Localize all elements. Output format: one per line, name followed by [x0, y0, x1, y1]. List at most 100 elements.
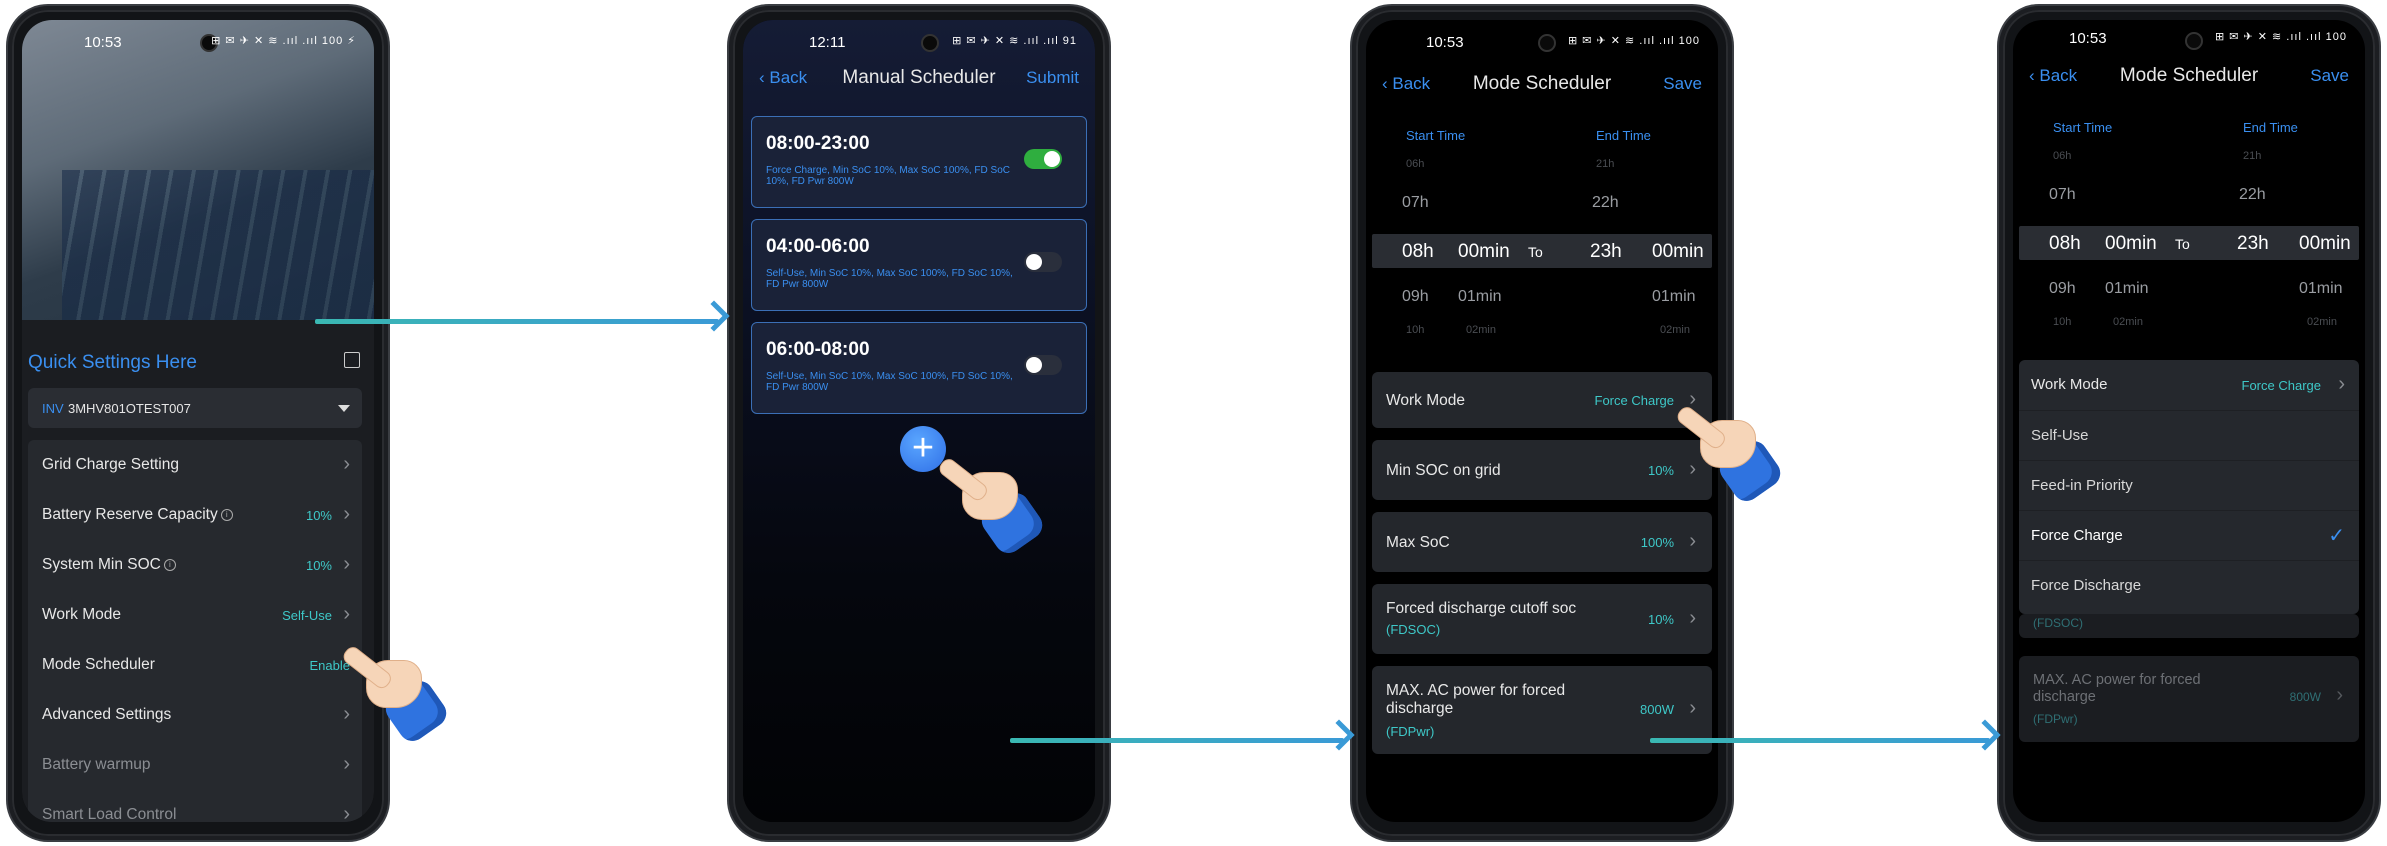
inv-label: INV [42, 401, 64, 416]
picker-minute: 02min [2113, 316, 2143, 328]
picker-hour: 10h [1406, 324, 1425, 336]
hand-pointer-icon [936, 448, 1048, 559]
caret-down-icon [338, 405, 350, 412]
schedule-card[interactable]: 04:00-06:00 Self-Use, Min SoC 10%, Max S… [751, 219, 1087, 311]
picker-hour: 09h [2049, 280, 2076, 297]
row-value: 800W [1640, 702, 1674, 717]
status-time: 10:53 [1426, 34, 1464, 51]
chevron-right-icon: › [343, 603, 350, 625]
label-text: Battery Reserve Capacity [42, 506, 218, 523]
schedule-card[interactable]: 08:00-23:00 Force Charge, Min SoC 10%, M… [751, 116, 1087, 208]
row-label: Battery warmup [42, 756, 151, 773]
system-photo [22, 20, 374, 320]
label-text: System Min SOC [42, 556, 161, 573]
picker-minute: 02min [1466, 324, 1496, 336]
picker-minute: 01min [1458, 288, 1502, 305]
submit-button[interactable]: Submit [1026, 68, 1079, 88]
option-self-use[interactable]: Self-Use [2019, 410, 2359, 461]
row-label: Mode Scheduler [42, 656, 155, 673]
hand-pointer-icon [340, 636, 452, 747]
row-battery-reserve-capacity[interactable]: Battery Reserve Capacity i 10% › [28, 490, 362, 540]
picker-minute: 02min [2307, 316, 2337, 328]
camera-hole [921, 34, 939, 52]
row-label: System Min SOC i [42, 556, 176, 574]
picker-start-minute[interactable]: 00min [1458, 241, 1510, 263]
picker-hour: 09h [1402, 288, 1429, 305]
row-system-min-soc[interactable]: System Min SOC i 10% › [28, 540, 362, 590]
schedule-toggle[interactable] [1024, 355, 1062, 375]
status-time: 10:53 [2069, 30, 2107, 47]
row-battery-warmup[interactable]: Battery warmup › [28, 740, 362, 790]
row-work-mode[interactable]: Work Mode Force Charge › [1372, 372, 1712, 428]
save-button[interactable]: Save [2310, 66, 2349, 86]
quick-settings-title: Quick Settings Here [28, 352, 197, 373]
row-advanced-settings[interactable]: Advanced Settings › [28, 690, 362, 740]
status-bar: 10:53 ⊞ ✉ ✈ ✕ ≋ .ııl .ııl 100 ⚡ [22, 20, 374, 58]
row-grid-charge-setting[interactable]: Grid Charge Setting › [28, 440, 362, 490]
schedule-card[interactable]: 06:00-08:00 Self-Use, Min SoC 10%, Max S… [751, 322, 1087, 414]
picker-hour: 22h [2239, 186, 2266, 203]
picker-hour: 06h [2053, 150, 2072, 162]
save-button[interactable]: Save [1663, 74, 1702, 94]
row-sub-label: (FDSOC) [1386, 622, 1441, 637]
picker-hour: 21h [2243, 150, 2262, 162]
picker-end-hour[interactable]: 23h [2237, 233, 2269, 255]
row-label: MAX. AC power for forced discharge [1386, 682, 1566, 717]
row-mode-scheduler[interactable]: Mode Scheduler Enable [28, 640, 362, 690]
flow-arrow-right-icon [1650, 738, 1990, 743]
edit-icon[interactable] [344, 352, 360, 368]
end-time-header: End Time [1596, 128, 1651, 143]
picker-minute: 01min [2299, 280, 2343, 297]
row-smart-load-control[interactable]: Smart Load Control › [28, 790, 362, 822]
info-icon[interactable]: i [220, 509, 233, 521]
option-force-discharge[interactable]: Force Discharge [2019, 560, 2359, 611]
row-label: Work Mode [2031, 376, 2108, 393]
schedule-toggle[interactable] [1024, 149, 1062, 169]
status-time: 10:53 [84, 34, 122, 51]
row-value: 10% [1647, 463, 1674, 478]
row-value: 10% [305, 558, 332, 573]
picker-end-minute[interactable]: 00min [2299, 233, 2351, 255]
status-time: 12:11 [809, 34, 846, 51]
option-feed-in-priority[interactable]: Feed-in Priority [2019, 460, 2359, 511]
dropdown-header-work-mode[interactable]: Work Mode Force Charge › [2019, 360, 2359, 410]
row-label: Work Mode [1386, 392, 1465, 409]
toggle-knob [1026, 357, 1042, 373]
picker-end-minute[interactable]: 00min [1652, 241, 1704, 263]
row-min-soc-on-grid[interactable]: Min SOC on grid 10% › [1372, 440, 1712, 500]
flow-arrow-right-icon [1010, 738, 1344, 743]
picker-hour: 10h [2053, 316, 2072, 328]
inverter-selector[interactable]: INV 3MHV801OTEST007 [28, 388, 362, 428]
picker-end-hour[interactable]: 23h [1590, 241, 1622, 263]
option-force-charge[interactable]: Force Charge ✓ [2019, 510, 2359, 561]
picker-start-hour[interactable]: 08h [2049, 233, 2081, 255]
picker-minute: 01min [1652, 288, 1696, 305]
row-sub-label: (FDPwr) [1386, 724, 1435, 739]
picker-start-minute[interactable]: 00min [2105, 233, 2157, 255]
row-label: Smart Load Control [42, 806, 177, 822]
row-max-soc[interactable]: Max SoC 100% › [1372, 512, 1712, 572]
chevron-right-icon: › [1689, 530, 1696, 552]
picker-minute: 01min [2105, 280, 2149, 297]
picker-start-hour[interactable]: 08h [1402, 241, 1434, 263]
row-value: 10% [305, 508, 332, 523]
option-label: Feed-in Priority [2031, 477, 2133, 494]
row-label: Min SOC on grid [1386, 462, 1501, 479]
hand-pointer-icon [1674, 396, 1786, 507]
chevron-right-icon: › [343, 803, 350, 822]
chevron-right-icon: › [2338, 373, 2345, 395]
row-sub-label: (FDSOC) [2033, 616, 2083, 630]
picker-hour: 07h [1402, 194, 1429, 211]
chevron-right-icon: › [1689, 607, 1696, 629]
nav-bar: ‹ Back Mode Scheduler Save [2013, 50, 2365, 102]
row-work-mode[interactable]: Work Mode Self-Use › [28, 590, 362, 640]
row-forced-discharge-cutoff-soc[interactable]: Forced discharge cutoff soc (FDSOC) 10% … [1372, 584, 1712, 654]
schedule-toggle[interactable] [1024, 252, 1062, 272]
work-mode-dropdown: Work Mode Force Charge › Self-Use Feed-i… [2019, 360, 2359, 614]
chevron-right-icon: › [343, 503, 350, 525]
option-label: Force Discharge [2031, 577, 2142, 594]
row-max-ac-power-behind: MAX. AC power for forced discharge (FDPw… [2019, 656, 2359, 742]
row-value: Force Charge [1594, 393, 1674, 408]
info-icon[interactable]: i [163, 559, 176, 571]
phone-quick-settings: 10:53 ⊞ ✉ ✈ ✕ ≋ .ııl .ııl 100 ⚡ Quick Se… [8, 6, 388, 840]
